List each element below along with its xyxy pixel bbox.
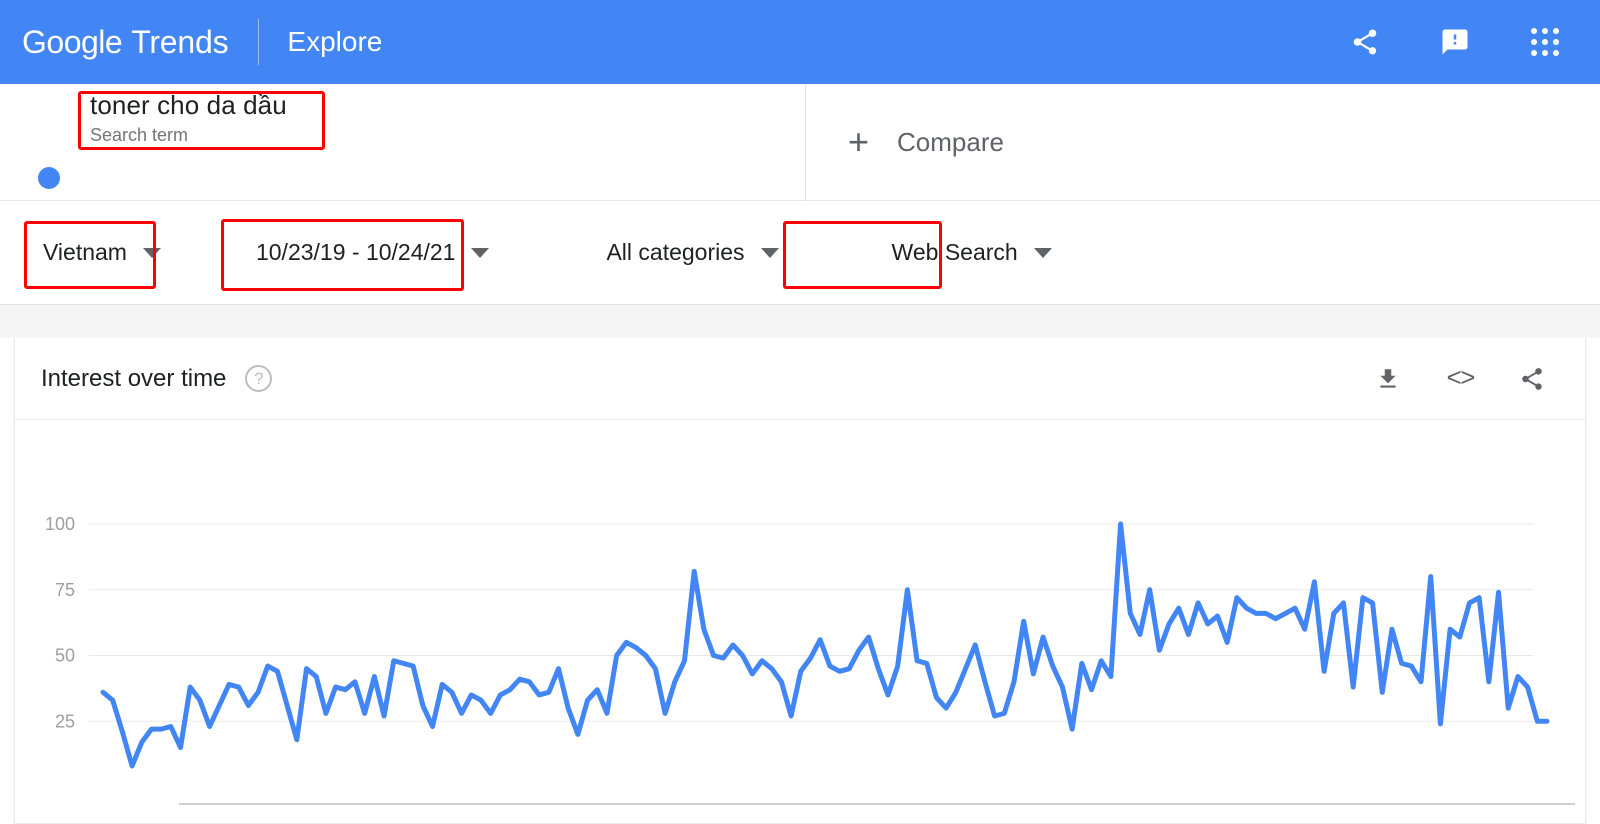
- search-term-type: Search term: [90, 125, 189, 145]
- filter-date-range[interactable]: 10/23/19 - 10/24/21: [256, 224, 490, 282]
- share-icon[interactable]: [1517, 364, 1547, 394]
- card-actions: <>: [1373, 364, 1547, 394]
- help-icon[interactable]: ?: [245, 365, 273, 392]
- y-axis-tick: 25: [55, 711, 75, 731]
- x-axis-tick: Oct 27, 2019: [37, 820, 134, 822]
- google-trends-page: Google Trends Explore toner cho da dầu S…: [0, 0, 1600, 824]
- search-term-value: toner cho da dầu: [90, 90, 287, 120]
- filters-row: Vietnam 10/23/19 - 10/24/21 All categori…: [0, 201, 1600, 305]
- add-compare-button[interactable]: + Compare: [848, 124, 1004, 160]
- compare-cell: + Compare: [806, 84, 1600, 200]
- card-title: Interest over time: [41, 364, 227, 392]
- filter-search-type-label: Web Search: [891, 239, 1018, 265]
- filter-search-type[interactable]: Web Search: [892, 224, 1052, 282]
- chevron-down-icon: [471, 247, 490, 258]
- y-axis-tick: 50: [55, 646, 75, 666]
- chevron-down-icon: [142, 247, 161, 258]
- compare-label: Compare: [897, 126, 1004, 157]
- x-axis-tick: Jun 21, 2020: [515, 820, 613, 822]
- brand-logo[interactable]: Google Trends: [22, 23, 229, 61]
- download-icon[interactable]: [1373, 364, 1403, 394]
- filter-region[interactable]: Vietnam: [43, 224, 161, 282]
- share-icon[interactable]: [1348, 25, 1382, 59]
- brand-trends-text: Trends: [131, 23, 229, 60]
- chevron-down-icon: [760, 247, 779, 258]
- query-row: toner cho da dầu Search term + Compare: [0, 84, 1600, 201]
- y-axis-tick: 75: [55, 580, 75, 600]
- card-header: Interest over time ? <>: [15, 338, 1585, 420]
- filter-date-label: 10/23/19 - 10/24/21: [255, 239, 456, 265]
- interest-over-time-card: Interest over time ? <> 25 50 75 100 Oct 27,…: [14, 338, 1586, 824]
- search-term-cell: toner cho da dầu Search term: [0, 84, 806, 201]
- app-bar-actions: [1348, 25, 1562, 59]
- content-background: [0, 305, 1600, 338]
- chart-svg: 25 50 75 100 Oct 27, 2019 Jun 21, 2020 Feb 14,…: [37, 514, 1575, 822]
- interest-over-time-chart[interactable]: 25 50 75 100 Oct 27, 2019 Jun 21, 2020 Feb 14,…: [15, 420, 1587, 822]
- app-bar: Google Trends Explore: [0, 0, 1600, 84]
- x-axis-tick: Feb 14, 2021: [982, 820, 1082, 822]
- brand-google-text: Google: [22, 23, 123, 60]
- series-color-dot: [38, 167, 60, 189]
- search-term-input[interactable]: toner cho da dầu Search term: [78, 90, 325, 149]
- plus-icon: +: [848, 121, 870, 162]
- filter-region-label: Vietnam: [43, 239, 127, 265]
- chevron-down-icon: [1033, 247, 1052, 258]
- embed-code-icon[interactable]: <>: [1445, 364, 1475, 394]
- explore-title: Explore: [287, 26, 383, 57]
- appbar-divider: [258, 19, 260, 65]
- filter-category-label: All categories: [606, 239, 745, 265]
- x-axis-tick: Oct 1...: [1477, 820, 1532, 822]
- filter-category[interactable]: All categories: [606, 224, 779, 282]
- y-axis-tick: 100: [45, 514, 75, 534]
- apps-grid-icon[interactable]: [1528, 25, 1562, 59]
- feedback-icon[interactable]: [1438, 25, 1472, 59]
- series-line: [100, 521, 1550, 769]
